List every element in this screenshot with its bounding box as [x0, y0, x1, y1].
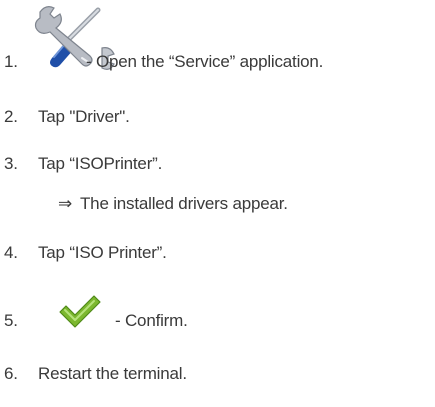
step-number: 4. — [4, 243, 18, 262]
step-5: 5. - Confirm. — [0, 311, 435, 333]
step-3-result: ⇒ The installed drivers appear. — [58, 194, 288, 214]
step-number: 6. — [4, 364, 18, 383]
step-number: 5. — [4, 311, 18, 330]
step-3-result-text: The installed drivers appear. — [80, 194, 288, 213]
step-2: 2. Tap "Driver". — [0, 107, 435, 129]
step-1-text: - Open the “Service” application. — [86, 52, 324, 71]
step-1-text-wrap: - Open the “Service” application. — [86, 52, 323, 72]
step-6: 6. Restart the terminal. — [0, 364, 435, 386]
step-number: 2. — [4, 107, 18, 126]
step-number: 1. — [4, 52, 18, 71]
step-4-text: Tap “ISO Printer”. — [38, 243, 167, 262]
step-2-text: Tap "Driver". — [38, 107, 130, 126]
step-5-text: - Confirm. — [115, 311, 188, 330]
result-arrow-icon: ⇒ — [58, 194, 73, 213]
step-3-text: Tap “ISOPrinter”. — [38, 154, 163, 173]
step-4: 4. Tap “ISO Printer”. — [0, 243, 435, 265]
step-3: 3. Tap “ISOPrinter”. — [0, 154, 435, 176]
step-6-text: Restart the terminal. — [38, 364, 187, 383]
step-number: 3. — [4, 154, 18, 173]
